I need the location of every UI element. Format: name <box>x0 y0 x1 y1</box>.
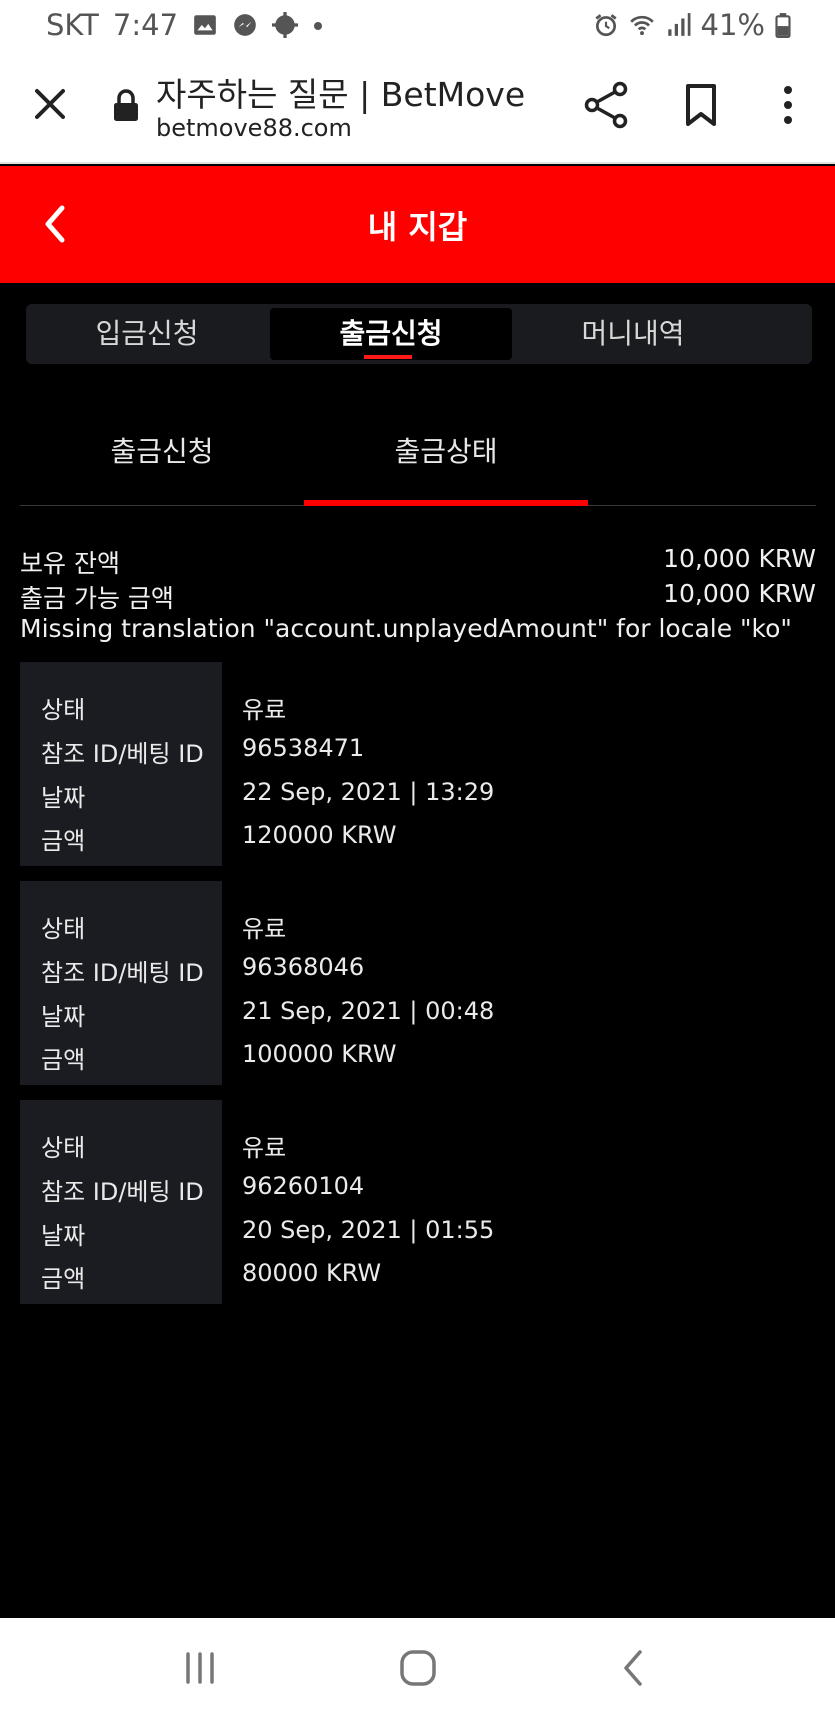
wifi-icon <box>629 15 654 36</box>
messenger-icon <box>234 14 256 36</box>
record-date-row: 날짜 22 Sep, 2021 | 13:29 <box>20 778 816 814</box>
record-date-row: 날짜 21 Sep, 2021 | 00:48 <box>20 997 816 1033</box>
record-amount-row: 금액 100000 KRW <box>20 1040 816 1076</box>
wallet-title: 내 지갑 <box>367 208 468 246</box>
record-amount-row: 금액 120000 KRW <box>20 821 816 857</box>
settings-cog-icon <box>272 12 299 38</box>
held-balance-label: 보유 잔액 <box>20 549 120 578</box>
alarm-icon <box>594 14 617 37</box>
amount-value: 120000 KRW <box>242 821 397 849</box>
status-value: 유료 <box>242 915 287 943</box>
record-ref-row: 참조 ID/베팅 ID 96260104 <box>20 1172 816 1208</box>
withdrawable-value: 10,000 KRW <box>663 579 816 608</box>
share-icon[interactable] <box>582 80 630 130</box>
status-left: SKT 7:47 <box>46 8 324 42</box>
system-nav-bar <box>0 1618 835 1716</box>
active-subtab-indicator <box>304 500 588 506</box>
bookmark-icon[interactable] <box>680 82 722 128</box>
gallery-icon <box>194 15 216 35</box>
withdraw-record: 상태 유료 참조 ID/베팅 ID 96538471 날짜 22 Sep, 2021 … <box>20 662 816 866</box>
ref-id-label: 참조 ID/베팅 ID <box>41 1178 204 1206</box>
signal-icon <box>667 13 690 36</box>
withdraw-record: 상태 유료 참조 ID/베팅 ID 96260104 날짜 20 Sep, 2021 … <box>20 1100 816 1304</box>
record-status-row: 상태 유료 <box>20 1128 816 1164</box>
battery-percent: 41% <box>700 8 765 42</box>
page-url[interactable]: betmove88.com <box>156 114 352 142</box>
lock-icon <box>114 89 138 121</box>
ref-id-label: 참조 ID/베팅 ID <box>41 740 204 768</box>
browser-toolbar: 자주하는 질문 | BetMove betmove88.com <box>0 52 835 164</box>
date-value: 20 Sep, 2021 | 01:55 <box>242 1216 495 1244</box>
battery-icon <box>775 13 791 38</box>
status-right: 41% <box>593 8 791 42</box>
ref-id-label: 참조 ID/베팅 ID <box>41 959 204 987</box>
status-label: 상태 <box>41 915 86 943</box>
withdraw-record: 상태 유료 참조 ID/베팅 ID 96368046 날짜 21 Sep, 2021 … <box>20 881 816 1085</box>
amount-label: 금액 <box>41 1046 86 1074</box>
tab-withdraw-request[interactable]: 출금신청 <box>270 308 512 360</box>
more-options-icon[interactable] <box>770 82 806 128</box>
record-amount-row: 금액 80000 KRW <box>20 1259 816 1295</box>
status-label: 상태 <box>41 696 86 724</box>
dot-icon <box>314 22 323 30</box>
tab-withdraw-request-label: 출금신청 <box>339 317 443 350</box>
date-label: 날짜 <box>41 1222 86 1250</box>
ref-id-value: 96260104 <box>242 1172 365 1200</box>
tab-deposit-request[interactable]: 입금신청 <box>26 308 268 360</box>
missing-translation-text: Missing translation "account.unplayedAmo… <box>20 614 792 643</box>
carrier-label: SKT <box>46 8 99 42</box>
record-date-row: 날짜 20 Sep, 2021 | 01:55 <box>20 1216 816 1252</box>
tab-money-history[interactable]: 머니내역 <box>512 308 754 360</box>
back-icon[interactable] <box>612 1646 656 1690</box>
subtab-withdraw-request[interactable]: 출금신청 <box>20 430 304 470</box>
record-ref-row: 참조 ID/베팅 ID 96368046 <box>20 953 816 989</box>
home-icon[interactable] <box>396 1646 440 1690</box>
main-tabs: 입금신청 출금신청 머니내역 <box>26 304 812 364</box>
record-status-row: 상태 유료 <box>20 909 816 945</box>
amount-label: 금액 <box>41 827 86 855</box>
recent-apps-icon[interactable] <box>178 1646 222 1690</box>
sub-tabs: 출금신청 출금상태 <box>20 410 816 506</box>
date-label: 날짜 <box>41 784 86 812</box>
amount-value: 80000 KRW <box>242 1259 382 1287</box>
ref-id-value: 96538471 <box>242 734 365 762</box>
status-label: 상태 <box>41 1134 86 1162</box>
status-value: 유료 <box>242 696 287 724</box>
date-value: 22 Sep, 2021 | 13:29 <box>242 778 495 806</box>
amount-label: 금액 <box>41 1265 86 1293</box>
date-label: 날짜 <box>41 1003 86 1031</box>
withdrawable-label: 출금 가능 금액 <box>20 584 174 613</box>
status-bar: SKT 7:47 41% <box>0 0 835 52</box>
clock: 7:47 <box>112 8 179 42</box>
record-status-row: 상태 유료 <box>20 690 816 726</box>
subtab-withdraw-status[interactable]: 출금상태 <box>304 430 588 470</box>
date-value: 21 Sep, 2021 | 00:48 <box>242 997 495 1025</box>
close-icon[interactable] <box>28 82 72 126</box>
status-value: 유료 <box>242 1134 287 1162</box>
record-ref-row: 참조 ID/베팅 ID 96538471 <box>20 734 816 770</box>
held-balance-value: 10,000 KRW <box>663 544 816 573</box>
amount-value: 100000 KRW <box>242 1040 397 1068</box>
ref-id-value: 96368046 <box>242 953 365 981</box>
page-title: 자주하는 질문 | BetMove <box>156 75 526 114</box>
wallet-header: 내 지갑 <box>0 166 835 283</box>
active-tab-indicator <box>364 355 412 359</box>
